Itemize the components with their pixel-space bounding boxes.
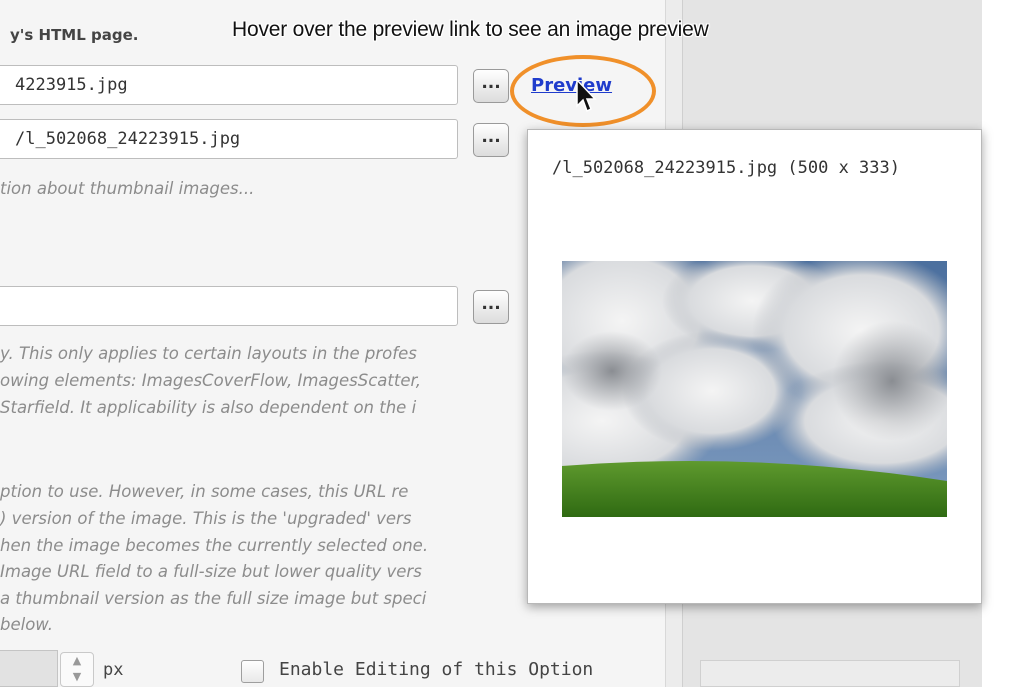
url-input[interactable] — [0, 286, 458, 326]
layout-help-line: Starfield. It applicability is also depe… — [0, 398, 417, 417]
url-help-line: hen the image becomes the currently sele… — [0, 536, 429, 555]
unit-label: px — [103, 660, 124, 680]
chevron-up-icon[interactable]: ▲ — [73, 654, 81, 667]
size-input[interactable] — [0, 650, 58, 687]
size-stepper[interactable]: ▲ ▼ — [60, 652, 94, 687]
image-url-input[interactable]: 4223915.jpg — [0, 65, 458, 105]
browse-image-button[interactable]: ... — [473, 69, 509, 103]
url-help-line: Image URL field to a full-size but lower… — [0, 562, 422, 581]
preview-title: /l_502068_24223915.jpg (500 x 333) — [552, 158, 900, 178]
enable-editing-label[interactable]: Enable Editing of this Option — [279, 659, 593, 680]
url-help-line: below. — [0, 615, 53, 634]
image-preview-popup: /l_502068_24223915.jpg (500 x 333) — [527, 129, 982, 604]
sidebar-box — [700, 660, 960, 687]
layout-help-line: owing elements: ImagesCoverFlow, ImagesS… — [0, 371, 422, 390]
thumbnail-url-input[interactable]: /l_502068_24223915.jpg — [0, 119, 458, 159]
preview-image — [562, 261, 947, 517]
thumbnail-help-text: tion about thumbnail images... — [0, 179, 255, 198]
browse-url-button[interactable]: ... — [473, 290, 509, 324]
url-help-line: ) version of the image. This is the 'upg… — [0, 509, 412, 528]
browse-thumbnail-button[interactable]: ... — [473, 123, 509, 157]
url-help-line: a thumbnail version as the full size ima… — [0, 589, 427, 608]
mouse-pointer-icon — [576, 78, 597, 113]
instruction-caption: Hover over the preview link to see an im… — [232, 18, 709, 41]
url-help-line: ption to use. However, in some cases, th… — [0, 482, 409, 501]
chevron-down-icon[interactable]: ▼ — [73, 670, 81, 683]
layout-help-line: y. This only applies to certain layouts … — [0, 344, 417, 363]
section-heading: y's HTML page. — [10, 26, 139, 44]
enable-editing-checkbox[interactable] — [241, 660, 264, 683]
